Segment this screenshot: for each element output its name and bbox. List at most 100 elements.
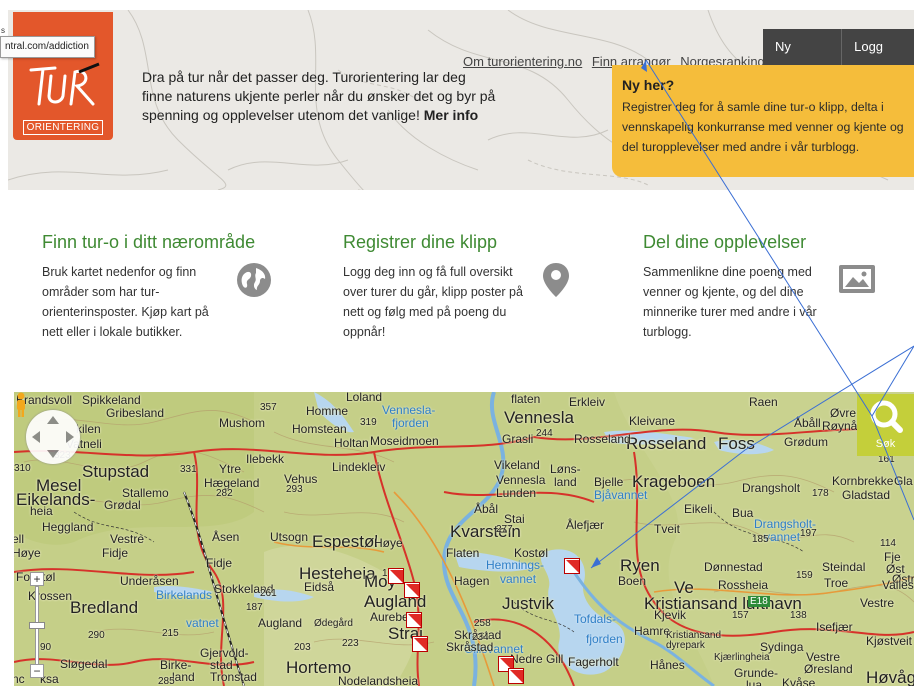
street-view-pegman-icon[interactable] bbox=[14, 392, 28, 418]
account-buttons: Ny bruker Logg inn bbox=[763, 29, 914, 90]
header: ORIENTERING Dra på tur når det passer de… bbox=[8, 10, 914, 190]
map-label: 234 bbox=[472, 632, 489, 643]
post-marker[interactable] bbox=[404, 582, 420, 598]
map-label: 187 bbox=[246, 602, 263, 613]
map-label: Raen bbox=[749, 395, 778, 409]
map-label: Hagen bbox=[454, 574, 490, 588]
feature-register: Registrer dine klipp Logg deg inn og få … bbox=[343, 232, 613, 342]
map-label: Høye bbox=[374, 536, 403, 550]
map-label: 261 bbox=[260, 588, 277, 599]
map-label: 178 bbox=[812, 488, 829, 499]
map-label: Moseidmoen bbox=[370, 434, 439, 448]
map-label: 258 bbox=[474, 618, 491, 629]
map-label: Kleivane bbox=[629, 414, 676, 428]
map-label: Gribesland bbox=[106, 406, 165, 420]
map-label: Kjøstveit bbox=[866, 634, 913, 648]
pan-arrows-icon bbox=[32, 416, 74, 458]
new-user-button[interactable]: Ny bruker bbox=[763, 29, 842, 90]
pan-control[interactable] bbox=[26, 410, 80, 464]
map-label: 357 bbox=[260, 402, 277, 413]
map-area[interactable]: Brandsvoll Spikkeland Gribesland Mushom … bbox=[14, 392, 914, 686]
post-marker[interactable] bbox=[508, 668, 524, 684]
feature-find-text: Bruk kartet nedenfor og finn områder som… bbox=[42, 265, 209, 339]
new-here-title: Ny her? bbox=[622, 77, 675, 93]
feature-register-title: Registrer dine klipp bbox=[343, 232, 498, 252]
map-label: land bbox=[172, 670, 195, 684]
map-label: dyrepark bbox=[666, 640, 705, 651]
map-label: Fidje bbox=[102, 546, 129, 560]
turorientering-logo[interactable]: ORIENTERING bbox=[13, 12, 113, 140]
map-label: Heggland bbox=[42, 520, 94, 534]
more-info-link[interactable]: Mer info bbox=[424, 107, 478, 123]
login-button[interactable]: Logg inn bbox=[841, 29, 914, 90]
map-label: Øst bbox=[886, 562, 905, 576]
map-label: Erkleiv bbox=[569, 395, 606, 409]
map-label: 197 bbox=[800, 528, 817, 539]
map-label: Grødal bbox=[104, 498, 141, 512]
map-label: lua bbox=[746, 678, 763, 686]
map-label: Tveit bbox=[654, 522, 681, 536]
zoom-slider-thumb[interactable] bbox=[29, 622, 45, 629]
map-label: Holtan bbox=[334, 436, 369, 450]
map-label: Utsogn bbox=[270, 530, 309, 544]
map-label: 290 bbox=[88, 630, 105, 641]
map-label: ell bbox=[14, 532, 25, 546]
logo-mark-icon bbox=[29, 62, 100, 106]
url-tooltip: ntral.com/addiction bbox=[0, 36, 95, 58]
map-label: heia bbox=[30, 504, 53, 518]
map-label: 285 bbox=[158, 676, 175, 686]
feature-register-text: Logg deg inn og få full oversikt over tu… bbox=[343, 265, 523, 339]
map-label: Grasli bbox=[502, 432, 534, 446]
nav-link-about[interactable]: Om turorientering.no bbox=[463, 54, 582, 69]
map-label: Nedre Gill bbox=[510, 652, 564, 666]
map-label: 223 bbox=[342, 638, 359, 649]
map-label: nc bbox=[14, 672, 25, 686]
map-label: Hamre bbox=[634, 624, 671, 638]
post-marker[interactable] bbox=[412, 636, 428, 652]
globe-icon bbox=[237, 263, 271, 297]
map-label: Tofdals- bbox=[574, 612, 617, 626]
zoom-in-button[interactable]: + bbox=[30, 572, 44, 586]
map-label: Drangsholt bbox=[742, 481, 801, 495]
map-label: Lunden bbox=[496, 486, 537, 500]
map-label: Vestre bbox=[860, 596, 895, 610]
map-label: Bua bbox=[732, 506, 754, 520]
map-label: Mushom bbox=[219, 416, 266, 430]
map-label: Espestøl bbox=[312, 532, 379, 551]
post-marker[interactable] bbox=[406, 612, 422, 628]
map-search-button[interactable]: Søk bbox=[857, 394, 914, 456]
map-label: Kornbrekke bbox=[832, 474, 894, 488]
zoom-out-button[interactable]: − bbox=[30, 664, 44, 678]
map-label: Troe bbox=[824, 576, 849, 590]
logo-text: ORIENTERING bbox=[13, 120, 113, 135]
map-label: 331 bbox=[180, 464, 197, 475]
map-label: Lindekleiv bbox=[332, 460, 386, 474]
map-label: Grødum bbox=[784, 435, 829, 449]
map-label: 90 bbox=[40, 642, 52, 653]
map-label: land bbox=[554, 475, 577, 489]
post-marker[interactable] bbox=[388, 568, 404, 584]
map-label: Fidje bbox=[206, 556, 233, 570]
map-label: 157 bbox=[732, 610, 749, 621]
map-label: 277 bbox=[496, 524, 513, 535]
map-label: Sløgedal bbox=[60, 657, 108, 671]
map-label: Homstean bbox=[292, 422, 347, 436]
map-pin-icon bbox=[543, 263, 569, 297]
map-label: Eikeli bbox=[684, 502, 713, 516]
feature-share-text: Sammenlikne dine poeng med venner og kje… bbox=[643, 265, 817, 339]
map-label: Nodelandsheia bbox=[338, 674, 419, 686]
map-label: Rossheia bbox=[718, 578, 769, 592]
map-label: Hånes bbox=[650, 658, 685, 672]
picture-icon bbox=[839, 265, 875, 293]
map-label: 203 bbox=[294, 642, 311, 653]
map-label: Vennesla- bbox=[382, 403, 436, 417]
map-label: Spikkeland bbox=[82, 393, 141, 407]
post-marker[interactable] bbox=[564, 558, 580, 574]
map-label: Dønnestad bbox=[704, 560, 763, 574]
map-label: Vestre bbox=[110, 532, 145, 546]
map-label: Bjelle bbox=[594, 475, 624, 489]
map-label: Birkelands bbox=[156, 588, 213, 602]
map-label: Høvåg bbox=[866, 668, 914, 686]
map-label: flaten bbox=[511, 392, 541, 406]
page: ORIENTERING Dra på tur når det passer de… bbox=[0, 0, 914, 686]
